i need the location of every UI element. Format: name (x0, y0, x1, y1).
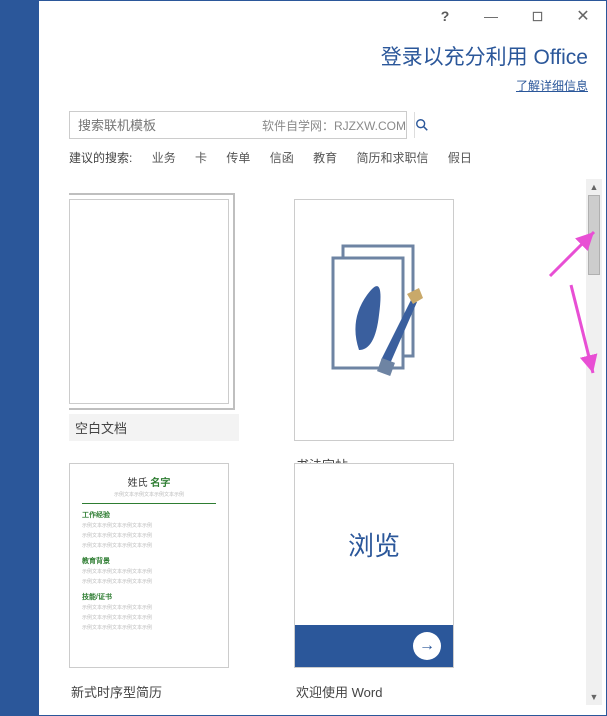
calligraphy-icon (319, 240, 429, 400)
header-title: 登录以充分利用 Office (381, 41, 588, 71)
browse-title: 浏览 (295, 464, 453, 625)
template-thumb-calligraphy (294, 199, 454, 441)
suggestion-link[interactable]: 卡 (195, 151, 207, 165)
nav-sidebar (1, 1, 39, 715)
scroll-down-button[interactable]: ▼ (586, 689, 602, 705)
learn-more-link[interactable]: 了解详细信息 (516, 77, 588, 94)
template-welcome-word[interactable]: 浏览 → 欢迎使用 Word (294, 463, 479, 705)
template-thumb-welcome: 浏览 → (294, 463, 454, 668)
suggestion-link[interactable]: 教育 (313, 151, 337, 165)
template-blank[interactable]: 空白文档 (69, 199, 254, 441)
suggestion-link[interactable]: 信函 (270, 151, 294, 165)
search-input[interactable] (70, 118, 262, 133)
app-window: ? — ✕ 登录以充分利用 Office 了解详细信息 软件自学网：RJZXW.… (0, 0, 607, 716)
scroll-thumb[interactable] (588, 195, 600, 275)
suggestion-link[interactable]: 业务 (152, 151, 176, 165)
help-button[interactable]: ? (422, 1, 468, 31)
window-titlebar: ? — ✕ (422, 1, 606, 31)
template-label: 空白文档 (69, 414, 239, 441)
suggestion-link[interactable]: 假日 (448, 151, 472, 165)
template-resume[interactable]: 姓氏 名字 示例文本示例文本示例文本示例 工作经验 示例文本示例文本示例文本示例… (69, 463, 254, 705)
scroll-track[interactable] (586, 195, 602, 689)
restore-icon (532, 11, 543, 22)
minimize-button[interactable]: — (468, 1, 514, 31)
search-icon (415, 118, 429, 132)
template-thumb-blank (69, 199, 229, 404)
suggestion-link[interactable]: 传单 (226, 151, 250, 165)
arrow-right-icon: → (413, 632, 441, 660)
template-thumb-resume: 姓氏 名字 示例文本示例文本示例文本示例 工作经验 示例文本示例文本示例文本示例… (69, 463, 229, 668)
header: 登录以充分利用 Office 了解详细信息 (381, 41, 588, 95)
restore-button[interactable] (514, 1, 560, 31)
search-button[interactable] (414, 112, 429, 138)
scroll-up-button[interactable]: ▲ (586, 179, 602, 195)
search-box[interactable]: 软件自学网：RJZXW.COM (69, 111, 407, 139)
template-label: 新式时序型简历 (69, 678, 239, 705)
vertical-scrollbar[interactable]: ▲ ▼ (586, 179, 602, 705)
close-button[interactable]: ✕ (560, 1, 606, 31)
suggested-label: 建议的搜索: (69, 151, 132, 165)
template-gallery: 空白文档 书法字帖 姓氏 (69, 179, 586, 705)
suggested-searches: 建议的搜索: 业务 卡 传单 信函 教育 简历和求职信 假日 (69, 149, 480, 166)
search-watermark: 软件自学网：RJZXW.COM (262, 117, 414, 134)
template-label: 欢迎使用 Word (294, 678, 464, 705)
suggestion-link[interactable]: 简历和求职信 (356, 151, 428, 165)
template-calligraphy[interactable]: 书法字帖 (294, 199, 479, 441)
